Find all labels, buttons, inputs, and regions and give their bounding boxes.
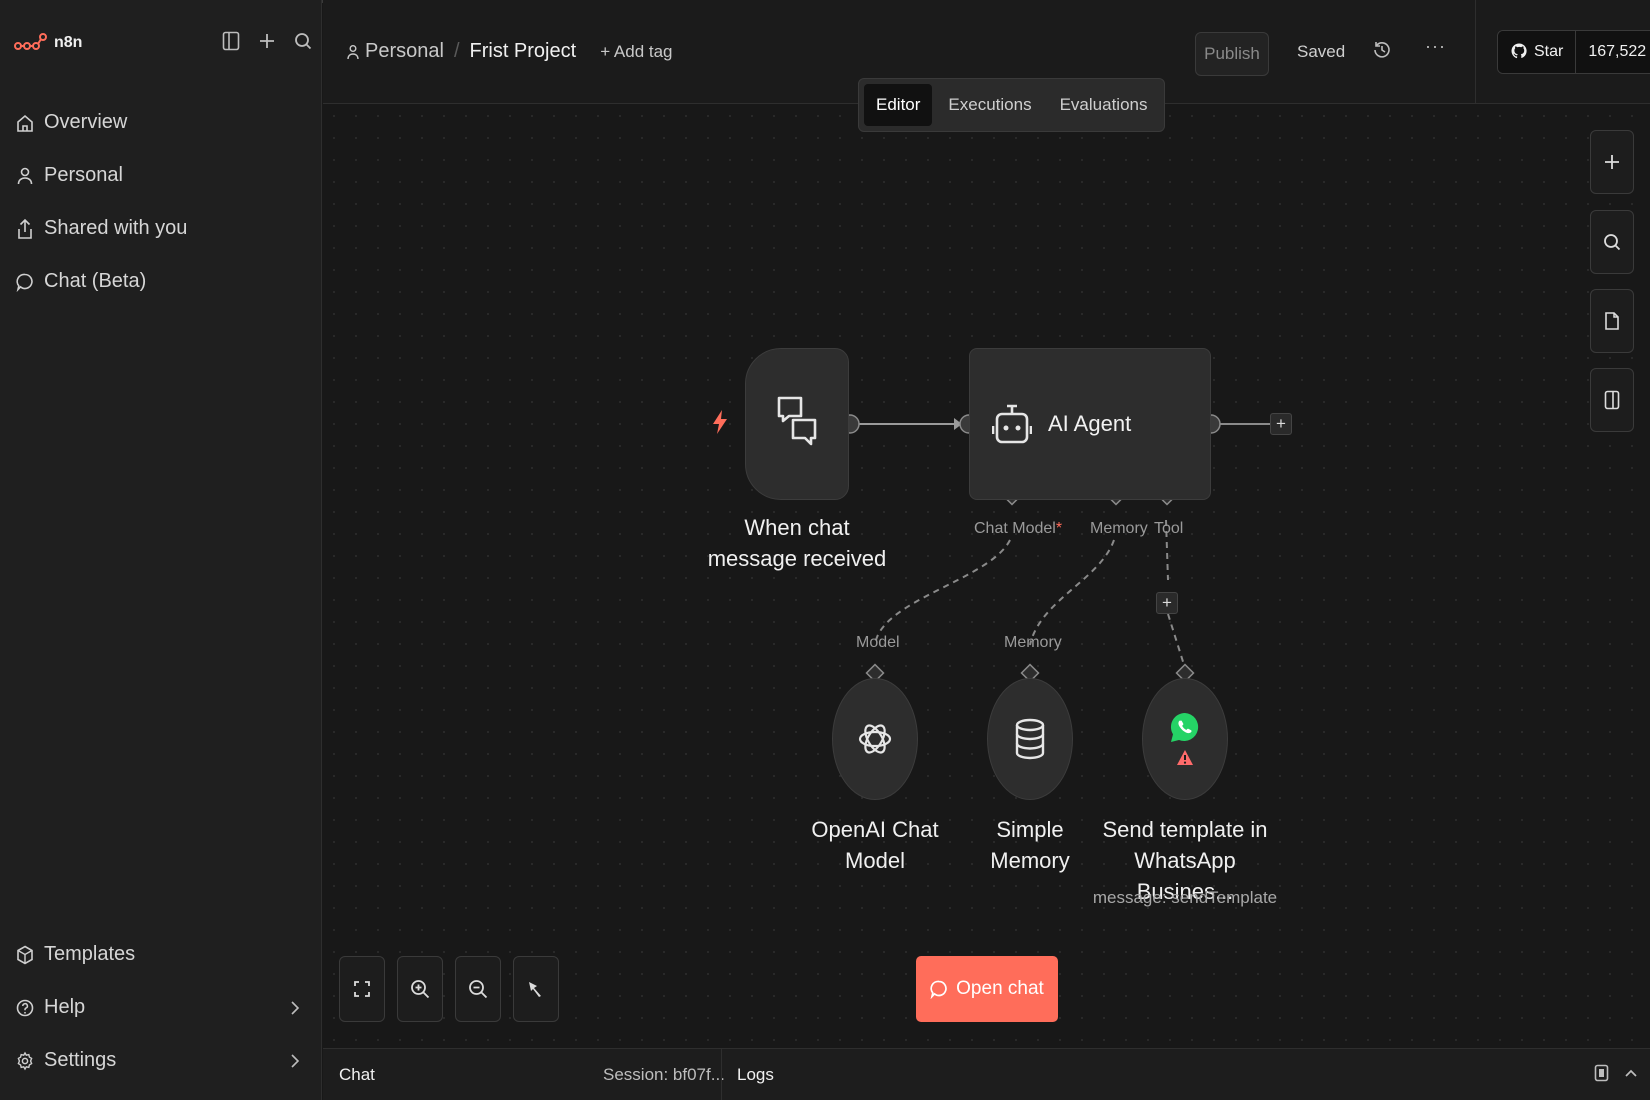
- chat-messages-icon: [777, 396, 817, 446]
- magic-wand-icon: [529, 982, 541, 997]
- node-whatsapp[interactable]: [1142, 678, 1228, 800]
- node-openai-chat-model[interactable]: [832, 678, 918, 800]
- pop-out-icon[interactable]: [1594, 1063, 1610, 1083]
- fullscreen-icon: [354, 981, 370, 997]
- zoom-out-icon: [469, 980, 488, 999]
- bottom-panel-actions: [1594, 1063, 1638, 1083]
- slot-chat-model[interactable]: Chat Model*: [974, 520, 1062, 538]
- slot-tool[interactable]: Tool: [1154, 520, 1183, 538]
- chat-bubble-icon: [930, 980, 947, 999]
- slot-memory[interactable]: Memory: [1090, 520, 1148, 538]
- main-connection: [840, 414, 979, 434]
- trigger-bolt-icon: [713, 410, 727, 434]
- warning-icon[interactable]: [1176, 749, 1194, 767]
- add-tool-button[interactable]: +: [1156, 592, 1178, 614]
- node-chat-trigger[interactable]: [745, 348, 849, 500]
- agent-output: [1201, 414, 1270, 434]
- chevron-up-icon[interactable]: [1624, 1063, 1638, 1083]
- required-marker: *: [1055, 520, 1063, 537]
- fit-view-button[interactable]: [339, 956, 385, 1022]
- robot-icon: [992, 404, 1032, 444]
- tidy-up-button[interactable]: [513, 956, 559, 1022]
- bottom-panel: Chat Session: bf07f... Logs: [323, 1048, 1650, 1100]
- logs-panel-title[interactable]: Logs: [737, 1065, 774, 1085]
- node-ai-agent-title: AI Agent: [1048, 411, 1132, 436]
- openai-icon: [858, 724, 892, 754]
- node-simple-memory[interactable]: [987, 678, 1073, 800]
- node-openai-label: OpenAI Chat Model: [811, 817, 939, 873]
- slot-chat-model-label: Chat Model: [974, 520, 1056, 537]
- node-ai-agent[interactable]: AI Agent: [969, 348, 1211, 500]
- node-chat-trigger-label: When chat message received: [707, 515, 887, 571]
- session-id: Session: bf07f...: [603, 1065, 725, 1084]
- zoom-in-icon: [411, 980, 430, 999]
- open-chat-label: Open chat: [956, 978, 1044, 999]
- zoom-in-button[interactable]: [397, 956, 443, 1022]
- whatsapp-icon: [1170, 712, 1199, 742]
- node-whatsapp-label-line1: Send template in: [1102, 817, 1268, 842]
- node-whatsapp-subtitle: message: sendTemplate: [1092, 888, 1278, 907]
- panel-divider: [721, 1049, 722, 1100]
- memory-input-label: Memory: [1004, 634, 1062, 651]
- slot-diamonds: [865, 486, 1195, 683]
- zoom-out-button[interactable]: [455, 956, 501, 1022]
- add-next-node-button[interactable]: +: [1270, 413, 1292, 435]
- openai-input-label: Model: [856, 634, 900, 651]
- chat-panel-title[interactable]: Chat: [339, 1065, 375, 1085]
- database-icon: [1015, 718, 1045, 760]
- open-chat-button[interactable]: Open chat: [916, 956, 1058, 1022]
- node-simple-memory-label: Simple Memory: [990, 817, 1070, 873]
